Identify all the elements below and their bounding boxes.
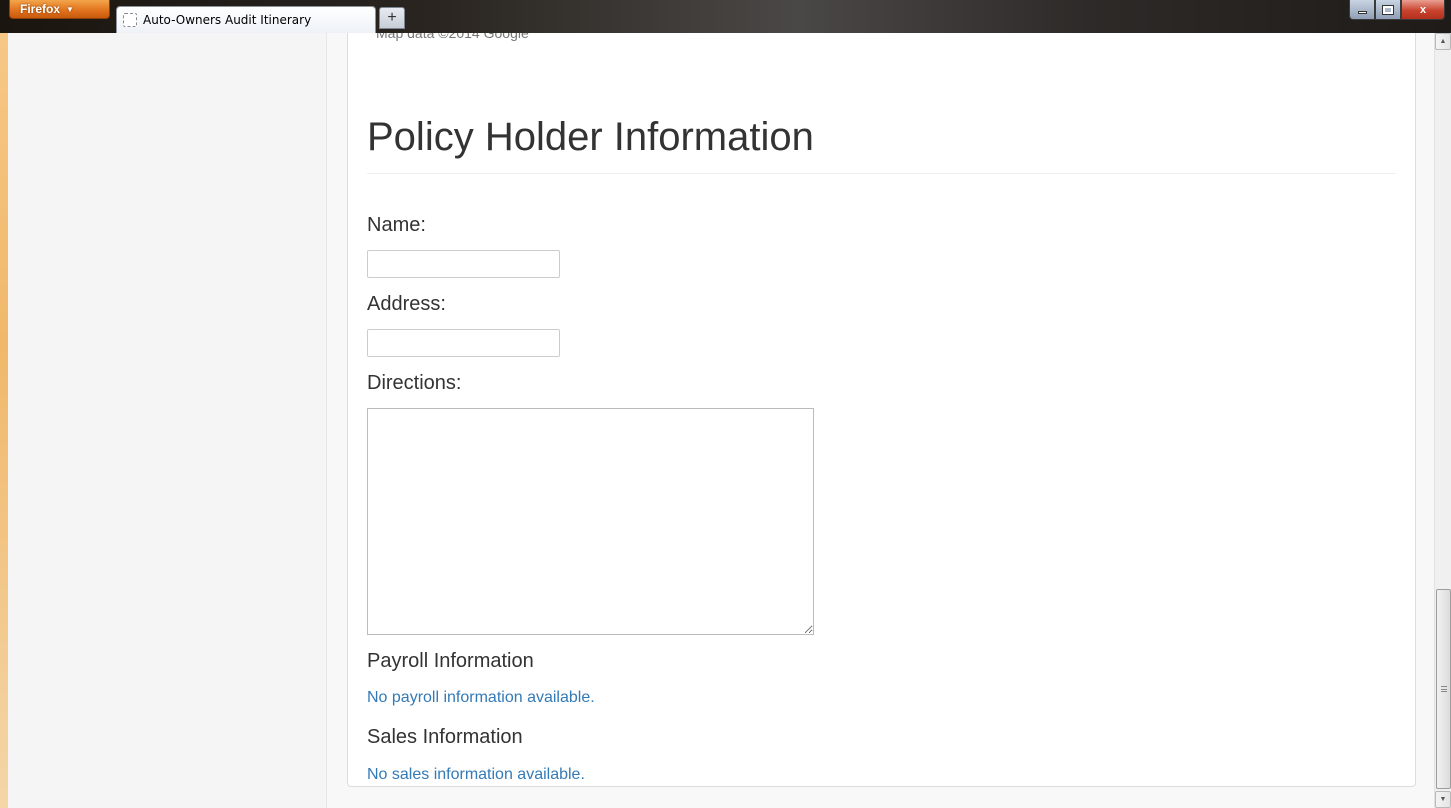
tab-auto-owners-audit-itinerary[interactable]: Auto-Owners Audit Itinerary (116, 6, 376, 33)
firefox-menu-button[interactable]: Firefox ▼ (9, 0, 110, 19)
minimize-button[interactable] (1349, 0, 1375, 20)
scrollbar-thumb[interactable] (1436, 589, 1451, 789)
window-titlebar: Firefox ▼ Auto-Owners Audit Itinerary + … (0, 0, 1451, 33)
maximize-button[interactable] (1375, 0, 1401, 20)
plus-icon: + (387, 9, 397, 26)
payroll-note: No payroll information available. (367, 689, 595, 706)
page-title: Policy Holder Information (367, 115, 814, 159)
tab-title: Auto-Owners Audit Itinerary (143, 13, 312, 27)
vertical-scrollbar[interactable]: ▲ ▼ (1434, 33, 1451, 808)
minimize-icon (1357, 11, 1367, 14)
firefox-menu-label: Firefox (20, 2, 61, 16)
arrow-down-icon[interactable]: ▼ (1435, 791, 1451, 808)
window-controls: x (1349, 0, 1445, 20)
sales-heading: Sales Information (367, 726, 523, 748)
maximize-icon (1382, 4, 1394, 15)
directions-textarea[interactable] (367, 408, 814, 635)
address-label: Address: (367, 293, 446, 315)
default-page-icon (123, 13, 137, 27)
directions-label: Directions: (367, 372, 462, 394)
sales-note: No sales information available. (367, 766, 585, 783)
name-input[interactable] (367, 250, 560, 278)
address-input[interactable] (367, 329, 560, 357)
page-viewport: Map data ©2014 Google Policy Holder Info… (8, 33, 1434, 808)
window-frame-left (0, 33, 8, 808)
name-label: Name: (367, 214, 426, 236)
new-tab-button[interactable]: + (379, 7, 405, 29)
payroll-heading: Payroll Information (367, 650, 534, 672)
map-credit-text: Map data ©2014 Google (376, 33, 529, 41)
chevron-down-icon: ▼ (66, 4, 74, 14)
close-icon: x (1419, 3, 1427, 16)
arrow-up-icon[interactable]: ▲ (1435, 33, 1451, 50)
grip-icon (1441, 686, 1447, 692)
close-window-button[interactable]: x (1401, 0, 1445, 20)
title-divider (367, 173, 1396, 174)
left-sidebar (8, 33, 327, 808)
